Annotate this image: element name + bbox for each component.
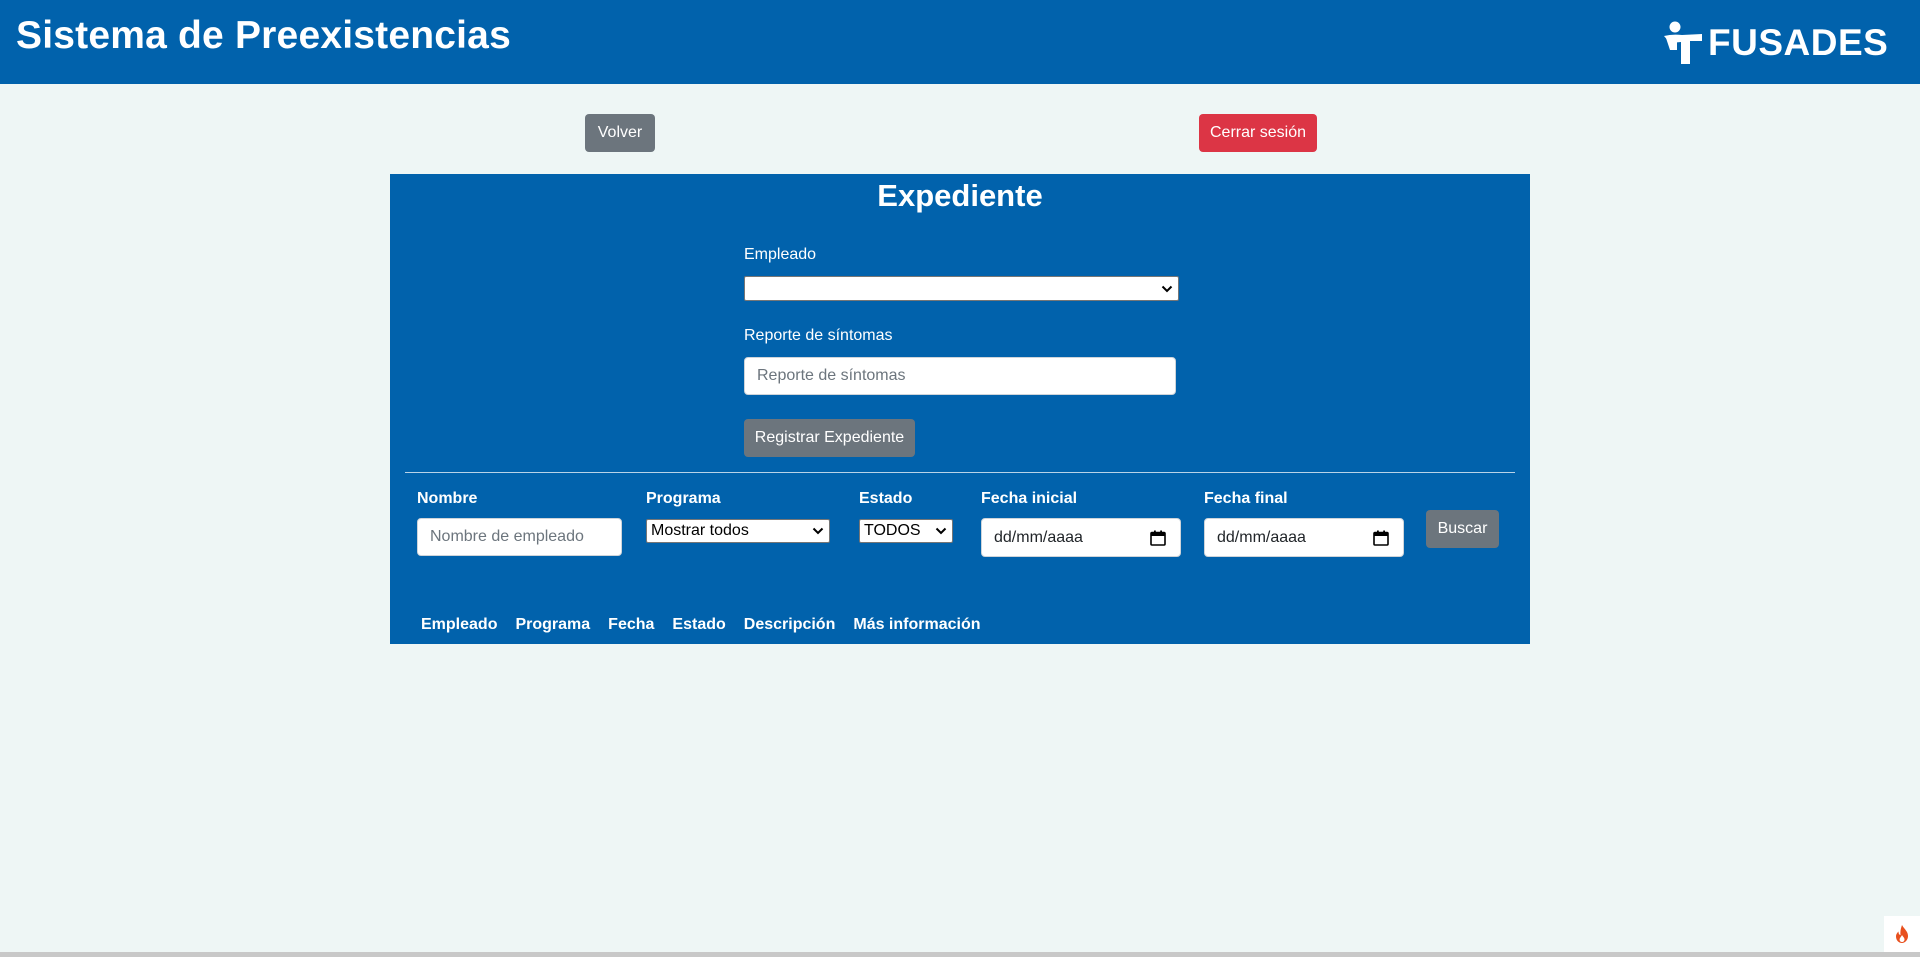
estado-filter-select[interactable]: TODOS: [859, 519, 953, 543]
nombre-filter-input[interactable]: [417, 518, 622, 556]
flame-icon: [1896, 925, 1908, 943]
column-header-estado: Estado: [672, 616, 726, 633]
bottom-bar: [0, 952, 1920, 957]
brand-logo-text: FUSADES: [1708, 22, 1889, 63]
calendar-icon[interactable]: [1150, 530, 1166, 546]
results-table-header: Empleado Programa Fecha Estado Descripci…: [421, 616, 999, 634]
empleado-select[interactable]: [744, 276, 1179, 301]
debug-toolbar-toggle[interactable]: [1884, 916, 1920, 952]
fecha-final-label: Fecha final: [1204, 490, 1288, 507]
fecha-inicial-value: dd/mm/aaaa: [994, 528, 1083, 546]
column-header-programa: Programa: [515, 616, 591, 633]
registrar-expediente-button[interactable]: Registrar Expediente: [744, 419, 915, 457]
empleado-label: Empleado: [744, 246, 817, 263]
top-header: Sistema de Preexistencias FUSADES: [0, 0, 1920, 84]
calendar-icon[interactable]: [1373, 530, 1389, 546]
column-header-descripcion: Descripción: [743, 616, 836, 633]
estado-filter-label: Estado: [859, 490, 913, 507]
panel-title: Expediente: [877, 178, 1043, 213]
fecha-inicial-input[interactable]: dd/mm/aaaa: [981, 518, 1181, 557]
chevron-down-icon: [1161, 285, 1173, 292]
programa-filter-select[interactable]: Mostrar todos: [646, 519, 830, 543]
fusades-logo-icon: [1662, 20, 1704, 66]
estado-filter-value: TODOS: [864, 522, 921, 539]
reporte-input[interactable]: [744, 357, 1176, 395]
fecha-final-value: dd/mm/aaaa: [1217, 528, 1306, 546]
nombre-filter-label: Nombre: [417, 490, 478, 507]
logout-button[interactable]: Cerrar sesión: [1199, 114, 1317, 152]
programa-filter-value: Mostrar todos: [651, 522, 749, 539]
fecha-inicial-label: Fecha inicial: [981, 490, 1078, 507]
back-button[interactable]: Volver: [585, 114, 655, 152]
buscar-button[interactable]: Buscar: [1426, 510, 1499, 548]
fecha-final-input[interactable]: dd/mm/aaaa: [1204, 518, 1404, 557]
app-title: Sistema de Preexistencias: [16, 14, 511, 57]
brand-logo: FUSADES: [1662, 18, 1888, 68]
programa-filter-label: Programa: [646, 490, 721, 507]
divider: [405, 472, 1515, 473]
reporte-label: Reporte de síntomas: [744, 327, 893, 344]
column-header-empleado: Empleado: [421, 616, 498, 633]
expediente-panel: Expediente Empleado Reporte de síntomas …: [390, 174, 1530, 644]
column-header-fecha: Fecha: [608, 616, 655, 633]
chevron-down-icon: [812, 527, 824, 535]
chevron-down-icon: [935, 527, 947, 535]
column-header-mas-informacion: Más información: [853, 616, 981, 633]
